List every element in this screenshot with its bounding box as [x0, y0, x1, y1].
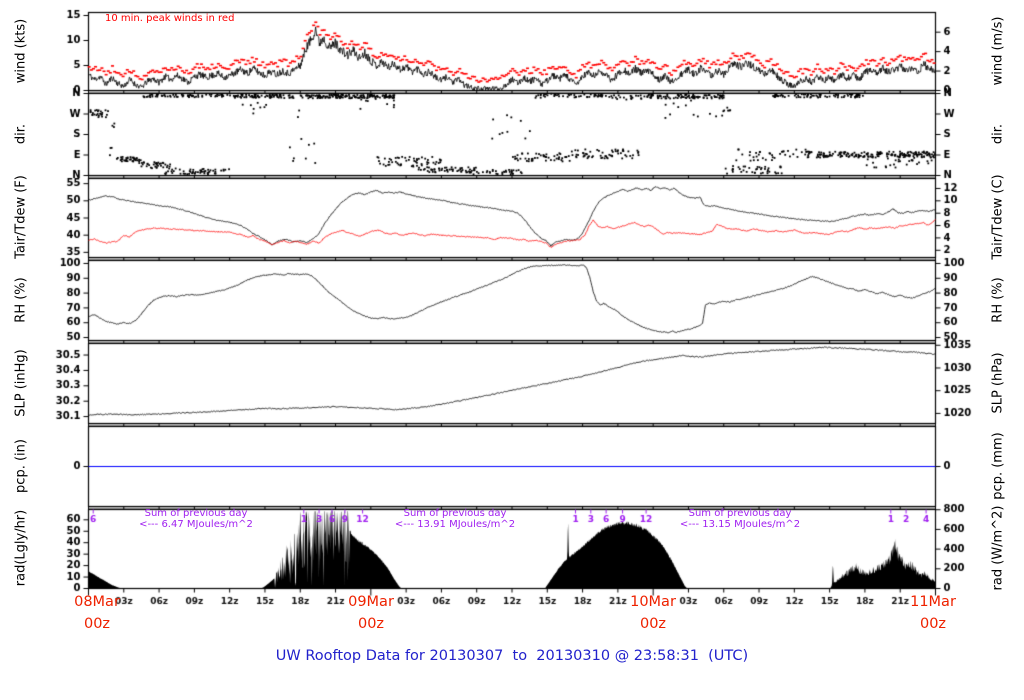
left-axis-label-temp: Tair/Tdew (F)	[13, 175, 29, 259]
rad-sum-line2: <--- 13.91 MJoules/m^2	[394, 519, 516, 530]
x-date-label-09mar-00z: 00z	[357, 616, 385, 632]
x-date-label-08mar: 08Mar	[74, 594, 120, 610]
right-axis-label-rad: rad (W/m^2)	[990, 505, 1006, 591]
x-date-label-11mar: 11Mar	[910, 594, 956, 610]
right-axis-label-dir: dir.	[990, 123, 1006, 145]
rad-sum-line2: <--- 6.47 MJoules/m^2	[139, 519, 253, 530]
left-axis-label-pcp: pcp. (in)	[13, 439, 29, 493]
right-axis-label-pcp: pcp. (mm)	[990, 432, 1006, 500]
left-axis-label-dir: dir.	[13, 123, 29, 145]
rad-sum-line1: Sum of previous day	[144, 508, 248, 519]
left-axis-label-rad: rad(Lgly/hr)	[13, 509, 29, 587]
rad-sum-annotation-day3: Sum of previous day <--- 13.15 MJoules/m…	[650, 508, 830, 530]
rad-sum-annotation-day1: Sum of previous day <--- 6.47 MJoules/m^…	[106, 508, 286, 530]
peak-winds-note: 10 min. peak winds in red	[105, 13, 235, 24]
rad-sum-line1: Sum of previous day	[688, 508, 792, 519]
left-axis-label-rh: RH (%)	[13, 277, 29, 323]
left-axis-label-wind: wind (kts)	[13, 18, 29, 84]
rad-sum-annotation-day2: Sum of previous day <--- 13.91 MJoules/m…	[365, 508, 545, 530]
meteogram-page: wind (kts) dir. Tair/Tdew (F) RH (%) SLP…	[0, 0, 1024, 700]
x-date-label-08mar-00z: 00z	[83, 616, 111, 632]
right-axis-label-wind: wind (m/s)	[990, 16, 1006, 86]
right-axis-label-temp: Tair/Tdew (C)	[990, 174, 1006, 260]
meteogram-canvas	[0, 0, 1024, 700]
rad-sum-line2: <--- 13.15 MJoules/m^2	[679, 519, 801, 530]
left-axis-label-slp: SLP (inHg)	[13, 349, 29, 417]
rad-sum-line1: Sum of previous day	[403, 508, 507, 519]
x-date-label-09mar: 09Mar	[348, 594, 394, 610]
right-axis-label-rh: RH (%)	[990, 277, 1006, 323]
right-axis-label-slp: SLP (hPa)	[990, 352, 1006, 414]
x-date-label-11mar-00z: 00z	[919, 616, 947, 632]
page-title: UW Rooftop Data for 20130307 to 20130310…	[275, 648, 749, 664]
x-date-label-10mar-00z: 00z	[639, 616, 667, 632]
x-date-label-10mar: 10Mar	[630, 594, 676, 610]
